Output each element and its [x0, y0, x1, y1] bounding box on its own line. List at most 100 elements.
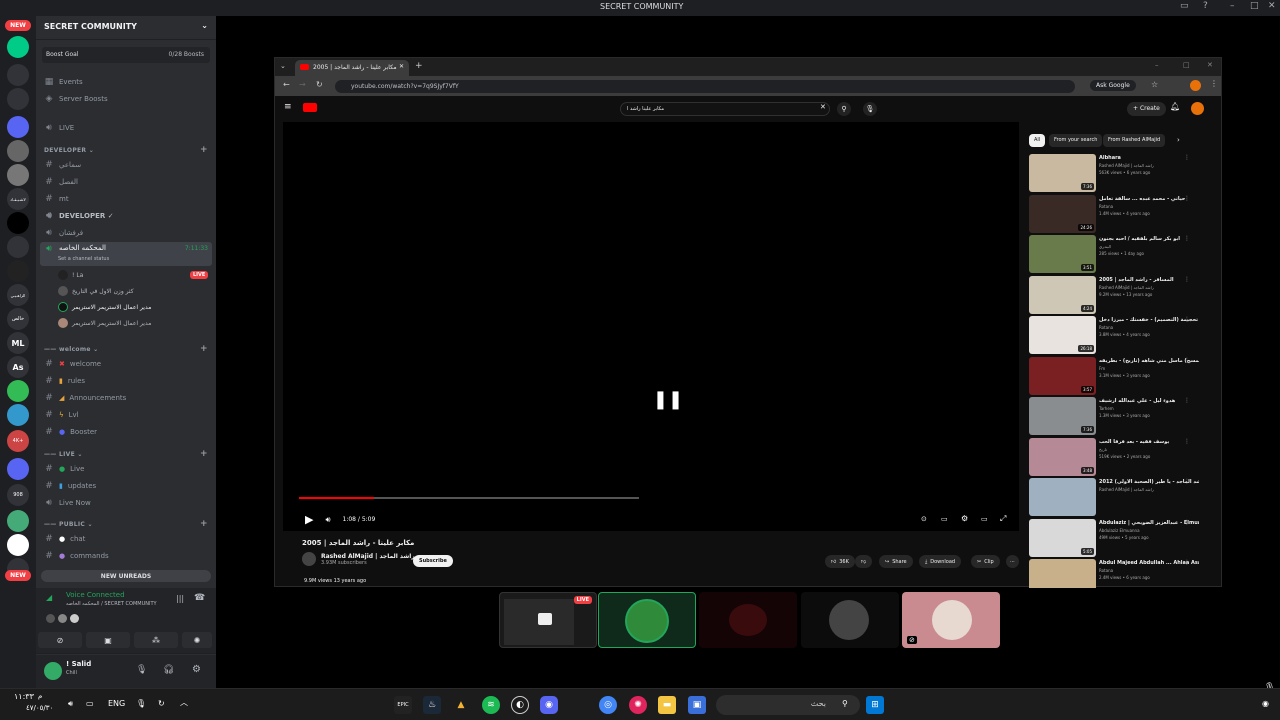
- channel-item[interactable]: # mt: [40, 191, 212, 207]
- recommendation-item[interactable]: 3:51 ابو بكر سالم بلفقيه / احبه بجنون البن…: [1029, 235, 1215, 273]
- menu-dots-icon[interactable]: ⋮: [1184, 276, 1190, 283]
- channel-item[interactable]: 🔊︎ فرفشان: [40, 225, 212, 241]
- voice-user[interactable]: ! La: [58, 270, 83, 280]
- signal-icon[interactable]: ◢: [46, 593, 52, 602]
- channel-item[interactable]: # ● commands: [40, 548, 212, 564]
- category-welcome[interactable]: —— welcome ⌄ +: [44, 344, 208, 354]
- subtitles-icon[interactable]: ▭: [941, 515, 948, 523]
- server-header[interactable]: SECRET COMMUNITY ⌄: [36, 16, 216, 40]
- participant-tile[interactable]: ⊘: [902, 592, 1000, 648]
- menu-dots-icon[interactable]: ⋮: [1184, 478, 1190, 485]
- microphone-icon[interactable]: 🎙︎: [136, 699, 146, 708]
- chevron-right-icon[interactable]: ›: [1177, 136, 1180, 144]
- search-icon[interactable]: ⚲: [837, 102, 851, 116]
- server-icon[interactable]: [7, 260, 29, 282]
- app-icon[interactable]: ▲: [452, 696, 470, 714]
- help-icon[interactable]: ?: [1203, 1, 1208, 11]
- recommendation-item[interactable]: 24:26 حياتي - محمد عبده ... سالفة تعامل Ro…: [1029, 194, 1215, 233]
- forward-icon[interactable]: →: [299, 80, 306, 89]
- volume-icon[interactable]: 🔊︎: [68, 699, 73, 709]
- settings-icon[interactable]: ⚙: [961, 514, 968, 523]
- recommendation-item[interactable]: 7:36 هدوء ليل - علي عبدالله ارشيف Tarhem 1.…: [1029, 397, 1215, 435]
- url-field[interactable]: youtube.com/watch?v=7q9SJyf7VfY: [335, 80, 1075, 93]
- avatar[interactable]: [1191, 102, 1204, 115]
- avatar[interactable]: [44, 662, 62, 680]
- video-thumbnail[interactable]: 7:36: [1029, 154, 1096, 192]
- maximize-button[interactable]: □: [1250, 1, 1259, 11]
- channel-item[interactable]: # ϟ Lvl: [40, 407, 212, 423]
- clock-date[interactable]: ٤٧/٠٥/٣٠: [26, 704, 53, 712]
- recommendation-item[interactable]: 3:57طلعت تغازل حبي (زيارة عابد المسح) ما…: [1029, 356, 1215, 395]
- server-icon[interactable]: خالص: [7, 308, 29, 330]
- boost-goal-bar[interactable]: Boost Goal 0/28 Boosts: [42, 47, 210, 63]
- add-channel-icon[interactable]: +: [200, 449, 208, 459]
- server-icon[interactable]: [7, 534, 29, 556]
- microphone-icon[interactable]: 🎙︎: [136, 665, 147, 675]
- star-icon[interactable]: ☆: [1151, 80, 1158, 89]
- voice-user[interactable]: مدير اعمال الاستريمر الاستريمر: [58, 318, 151, 328]
- video-progress-bar[interactable]: [299, 497, 639, 499]
- channel-item[interactable]: # ▮ updates: [40, 478, 212, 494]
- channel-item[interactable]: # الفصل: [40, 174, 212, 190]
- video-thumbnail[interactable]: 3:51: [1029, 235, 1096, 273]
- chevron-down-icon[interactable]: ⌄: [201, 21, 208, 30]
- server-icon-908[interactable]: 908: [7, 484, 29, 506]
- activities-button[interactable]: ⁂: [134, 632, 178, 648]
- chrome-icon[interactable]: ◎: [599, 696, 617, 714]
- server-icon[interactable]: [7, 36, 29, 58]
- volume-icon[interactable]: 🔊︎: [325, 515, 330, 525]
- like-button[interactable]: 👍︎ 36K: [825, 555, 855, 568]
- new-unreads-button[interactable]: NEW UNREADS: [41, 570, 211, 582]
- screen-share-button[interactable]: ▣: [86, 632, 130, 648]
- theater-icon[interactable]: ▭: [981, 515, 988, 523]
- video-thumbnail[interactable]: [1029, 478, 1096, 516]
- gear-icon[interactable]: ⚙: [192, 664, 201, 675]
- minimize-button[interactable]: –: [1230, 1, 1235, 11]
- server-icon-ml[interactable]: ML: [7, 332, 29, 354]
- disconnect-icon[interactable]: ☎: [194, 593, 205, 603]
- channel-status[interactable]: Set a channel status: [58, 256, 109, 262]
- voice-user[interactable]: كثر وزن الاول في التاريخ: [58, 286, 134, 296]
- chip-from-channel[interactable]: From Rashed AlMajid: [1103, 134, 1166, 147]
- participant-tile[interactable]: [801, 592, 899, 648]
- bell-icon[interactable]: 🔔︎: [1170, 102, 1180, 111]
- youtube-logo-icon[interactable]: [303, 103, 317, 112]
- app-icon[interactable]: ▣: [688, 696, 706, 714]
- server-icon[interactable]: لاشـيـقـاد: [7, 188, 29, 210]
- dislike-button[interactable]: 👎︎: [855, 555, 873, 568]
- channel-item[interactable]: # ● Booster: [40, 424, 212, 440]
- profile-avatar-icon[interactable]: [1190, 80, 1201, 91]
- channel-item[interactable]: 🔊︎ DEVELOPER ✓: [40, 208, 212, 224]
- fullscreen-icon[interactable]: ⤢: [1000, 514, 1006, 524]
- channel-live[interactable]: 🔊︎ LIVE: [40, 120, 212, 136]
- inbox-icon[interactable]: ▭: [1180, 1, 1189, 11]
- video-thumbnail[interactable]: 24:26: [1029, 194, 1096, 233]
- spotify-icon[interactable]: ≋: [482, 696, 500, 714]
- streamed-browser-window[interactable]: ⌄ 2005 | مكابر علينا - راشد الماجد ✕ + –…: [274, 57, 1222, 588]
- network-icon[interactable]: ▭: [86, 699, 94, 708]
- reload-icon[interactable]: ↻: [316, 80, 323, 89]
- subscribe-button[interactable]: Subscribe: [413, 555, 453, 567]
- server-folder-icon[interactable]: [7, 458, 29, 480]
- video-thumbnail[interactable]: 7:36: [1029, 397, 1096, 435]
- autoplay-toggle-icon[interactable]: ⊙: [921, 515, 927, 523]
- stream-tile[interactable]: LIVE: [499, 592, 597, 648]
- menu-dots-icon[interactable]: ⋮: [1184, 154, 1190, 161]
- youtube-search-input[interactable]: مكابر علينا راشد ا: [620, 102, 830, 116]
- video-thumbnail[interactable]: 5:05: [1029, 518, 1096, 557]
- menu-dots-icon[interactable]: ⋮: [1184, 438, 1190, 445]
- close-icon[interactable]: ✕: [1207, 61, 1213, 69]
- category-public[interactable]: —— PUBLIC ⌄ +: [44, 519, 208, 529]
- server-boosts-link[interactable]: ◈ Server Boosts: [40, 91, 212, 107]
- close-tab-icon[interactable]: ✕: [399, 63, 404, 70]
- server-icon[interactable]: [7, 404, 29, 426]
- add-channel-icon[interactable]: +: [200, 145, 208, 155]
- play-icon[interactable]: ▶: [305, 513, 313, 526]
- recommendation-item[interactable]: 5:05 Abdulaziz | عبدالعزيز الضويحي - Elmu…: [1029, 518, 1215, 557]
- channel-item[interactable]: # ◢ Announcements: [40, 390, 212, 406]
- recommendation-item[interactable]: 7:36 Albhara Rashed AlMajid | راشد الماجد 5…: [1029, 154, 1215, 192]
- add-channel-icon[interactable]: +: [200, 519, 208, 529]
- app-icon[interactable]: ◐: [511, 696, 529, 714]
- clip-button[interactable]: ✂ Clip: [971, 555, 1000, 568]
- headphones-icon[interactable]: 🎧︎: [163, 665, 174, 675]
